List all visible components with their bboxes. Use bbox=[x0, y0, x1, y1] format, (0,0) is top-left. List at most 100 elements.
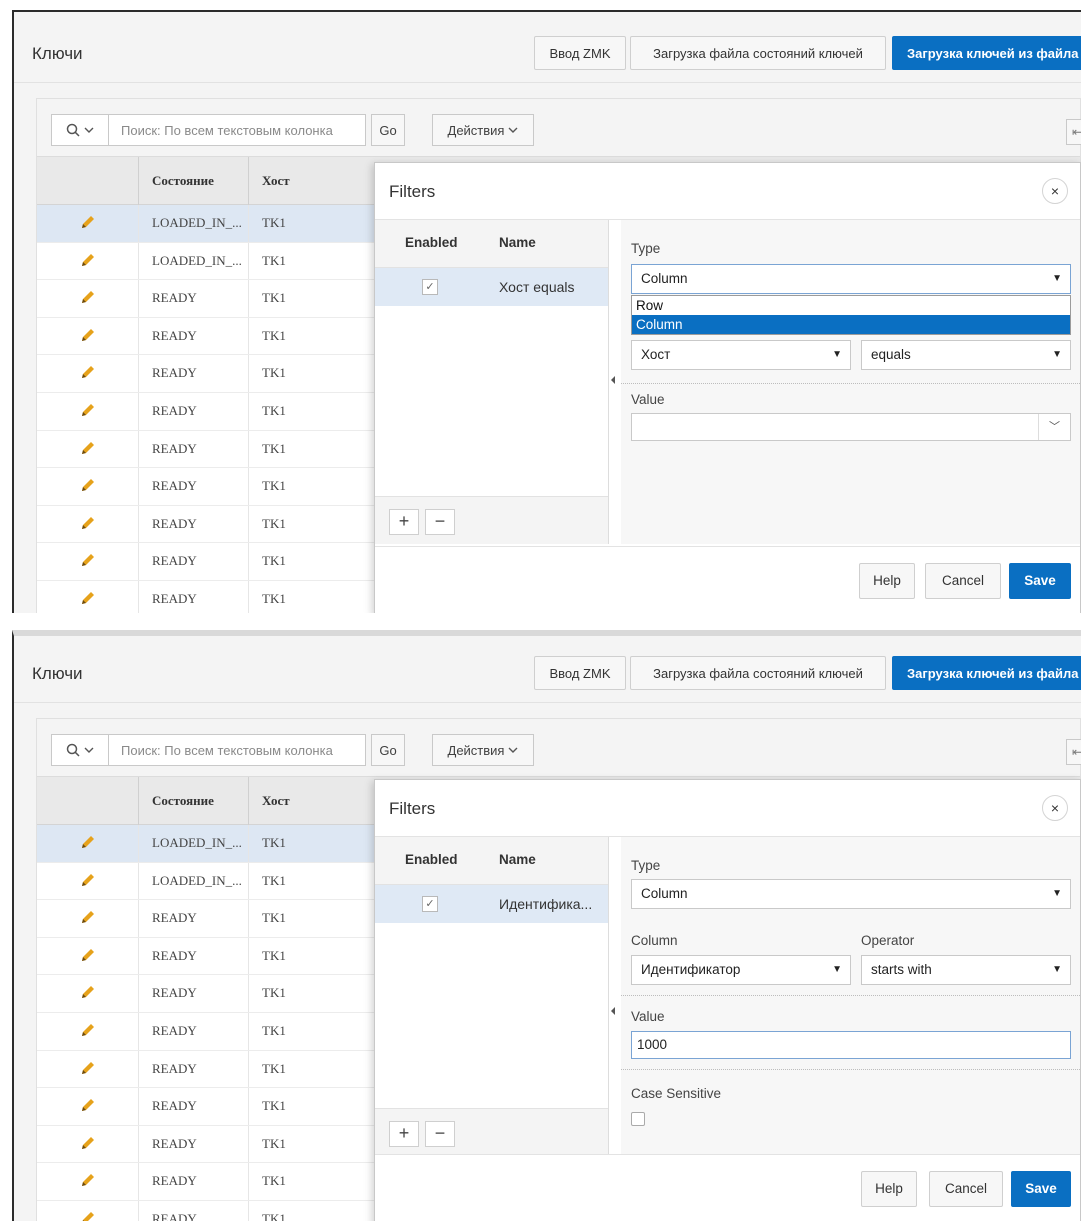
dialog-title: Filters bbox=[389, 799, 436, 818]
value-input[interactable]: 1000 bbox=[631, 1031, 1071, 1059]
pencil-icon[interactable] bbox=[79, 908, 97, 926]
save-button[interactable]: Save bbox=[1009, 563, 1071, 599]
help-button[interactable]: Help bbox=[859, 563, 915, 599]
state-cell: READY bbox=[152, 910, 197, 926]
column-divider bbox=[248, 280, 249, 317]
go-button[interactable]: Go bbox=[371, 734, 405, 766]
type-option-row[interactable]: Row bbox=[632, 296, 1070, 315]
cancel-button[interactable]: Cancel bbox=[925, 563, 1001, 599]
pencil-icon[interactable] bbox=[79, 946, 97, 964]
close-icon[interactable]: × bbox=[1042, 178, 1068, 204]
pencil-icon[interactable] bbox=[79, 1059, 97, 1077]
enabled-checkbox[interactable]: ✓ bbox=[422, 896, 438, 912]
pencil-icon[interactable] bbox=[79, 871, 97, 889]
pencil-icon[interactable] bbox=[79, 1171, 97, 1189]
case-sensitive-label: Case Sensitive bbox=[631, 1086, 722, 1101]
help-button[interactable]: Help bbox=[861, 1171, 917, 1207]
go-button[interactable]: Go bbox=[371, 114, 405, 146]
pencil-icon[interactable] bbox=[79, 1134, 97, 1152]
host-cell: TK1 bbox=[262, 440, 286, 456]
type-option-column[interactable]: Column bbox=[632, 315, 1070, 334]
pencil-icon[interactable] bbox=[79, 551, 97, 569]
column-divider bbox=[138, 317, 139, 355]
pencil-icon[interactable] bbox=[79, 476, 97, 494]
pencil-icon[interactable] bbox=[79, 288, 97, 306]
pencil-icon[interactable] bbox=[79, 439, 97, 457]
value-input[interactable]: ﹀ bbox=[631, 413, 1071, 441]
column-header-host[interactable]: Хост bbox=[262, 777, 290, 825]
operator-select[interactable]: starts with ▼ bbox=[861, 955, 1071, 985]
collapse-icon[interactable]: ⇤ bbox=[1066, 119, 1081, 145]
pencil-icon[interactable] bbox=[79, 251, 97, 269]
remove-filter-button[interactable]: − bbox=[425, 509, 455, 535]
type-select[interactable]: Column ▼ bbox=[631, 264, 1071, 294]
column-header-state[interactable]: Состояние bbox=[152, 157, 214, 205]
type-select[interactable]: Column ▼ bbox=[631, 879, 1071, 909]
column-divider bbox=[138, 355, 139, 392]
pencil-icon[interactable] bbox=[79, 589, 97, 607]
host-cell: TK1 bbox=[262, 947, 286, 963]
column-divider bbox=[248, 1050, 249, 1088]
add-filter-button[interactable]: + bbox=[389, 509, 419, 535]
column-select[interactable]: Идентификатор ▼ bbox=[631, 955, 851, 985]
pencil-icon[interactable] bbox=[79, 401, 97, 419]
column-label: Column bbox=[631, 933, 678, 948]
column-header-state[interactable]: Состояние bbox=[152, 777, 214, 825]
zmk-button[interactable]: Ввод ZMK bbox=[534, 656, 626, 690]
search-menu-button[interactable] bbox=[51, 734, 109, 766]
pencil-icon[interactable] bbox=[79, 1209, 97, 1221]
state-cell: READY bbox=[152, 515, 197, 531]
chevron-down-icon[interactable]: ﹀ bbox=[1038, 414, 1070, 440]
load-state-file-button[interactable]: Загрузка файла состояний ключей bbox=[630, 656, 886, 690]
filter-name: Идентифика... bbox=[499, 896, 593, 912]
column-divider bbox=[248, 393, 249, 430]
filter-list-item[interactable]: ✓ Хост equals bbox=[375, 268, 608, 306]
pencil-icon[interactable] bbox=[79, 1096, 97, 1114]
search-menu-button[interactable] bbox=[51, 114, 109, 146]
column-select[interactable]: Хост ▼ bbox=[631, 340, 851, 370]
operator-label: Operator bbox=[861, 933, 915, 948]
splitter-arrow-icon[interactable] bbox=[611, 376, 615, 384]
search-input[interactable] bbox=[108, 114, 366, 146]
splitter-arrow-icon[interactable] bbox=[611, 1007, 615, 1015]
filter-list-item[interactable]: ✓ Идентифика... bbox=[375, 885, 608, 923]
add-filter-button[interactable]: + bbox=[389, 1121, 419, 1147]
enabled-checkbox[interactable]: ✓ bbox=[422, 279, 438, 295]
column-header-host[interactable]: Хост bbox=[262, 157, 290, 205]
search-input[interactable] bbox=[108, 734, 366, 766]
dropdown-arrow-icon: ▼ bbox=[1052, 349, 1062, 360]
case-sensitive-checkbox[interactable] bbox=[631, 1112, 645, 1126]
pencil-icon[interactable] bbox=[79, 326, 97, 344]
column-divider bbox=[138, 1050, 139, 1088]
state-cell: READY bbox=[152, 985, 197, 1001]
operator-select[interactable]: equals ▼ bbox=[861, 340, 1071, 370]
filter-list-header: Enabled Name bbox=[375, 220, 608, 268]
close-icon[interactable]: × bbox=[1042, 795, 1068, 821]
column-divider bbox=[138, 1013, 139, 1050]
save-button[interactable]: Save bbox=[1011, 1171, 1071, 1207]
column-divider bbox=[138, 862, 139, 900]
actions-menu-button[interactable]: Действия bbox=[432, 114, 534, 146]
remove-filter-button[interactable]: − bbox=[425, 1121, 455, 1147]
divider bbox=[14, 82, 1081, 83]
pencil-icon[interactable] bbox=[79, 514, 97, 532]
pencil-icon[interactable] bbox=[79, 983, 97, 1001]
column-divider bbox=[138, 1125, 139, 1163]
pencil-icon[interactable] bbox=[79, 213, 97, 231]
filter-detail: Type Column ▼ Row Column Хост ▼ equals ▼ bbox=[621, 220, 1080, 544]
state-cell: LOADED_IN_... bbox=[152, 215, 242, 230]
cancel-button[interactable]: Cancel bbox=[929, 1171, 1003, 1207]
load-state-file-button[interactable]: Загрузка файла состояний ключей bbox=[630, 36, 886, 70]
load-keys-button[interactable]: Загрузка ключей из файла bbox=[892, 656, 1081, 690]
load-keys-button[interactable]: Загрузка ключей из файла bbox=[892, 36, 1081, 70]
pencil-icon[interactable] bbox=[79, 1021, 97, 1039]
pencil-icon[interactable] bbox=[79, 363, 97, 381]
collapse-icon[interactable]: ⇤ bbox=[1066, 739, 1081, 765]
enabled-header: Enabled bbox=[405, 235, 458, 250]
pencil-icon[interactable] bbox=[79, 833, 97, 851]
column-divider bbox=[248, 900, 249, 937]
column-divider bbox=[248, 777, 249, 825]
actions-menu-button[interactable]: Действия bbox=[432, 734, 534, 766]
zmk-button[interactable]: Ввод ZMK bbox=[534, 36, 626, 70]
host-cell: TK1 bbox=[262, 365, 286, 381]
